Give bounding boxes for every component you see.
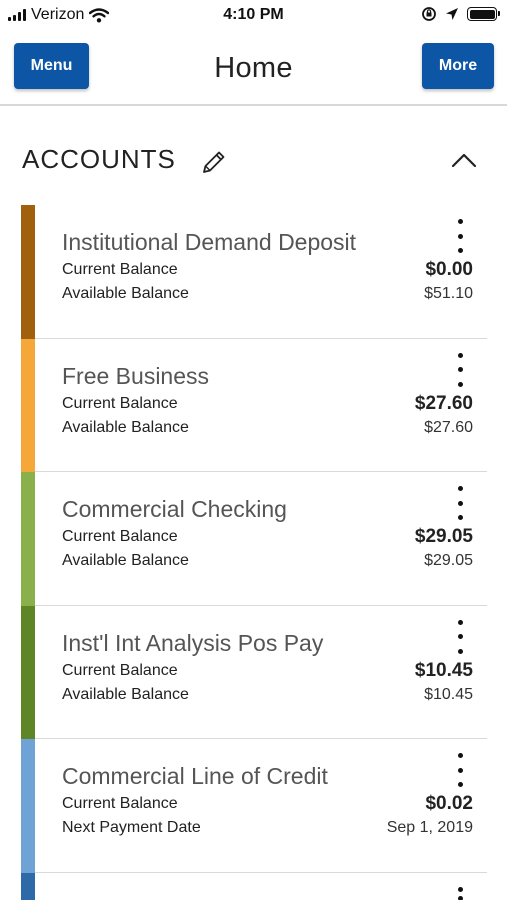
account-card[interactable]: Inst'l Int Analysis Pos Pay Current Bala… (21, 605, 487, 740)
account-card[interactable]: Free Business Current Balance $27.60 Ava… (21, 338, 487, 473)
account-current-balance: $10.45 (414, 659, 473, 681)
account-color-bar (21, 205, 35, 339)
account-secondary-value: $27.60 (424, 418, 473, 436)
account-card[interactable]: Commercial Checking Current Balance $29.… (21, 472, 487, 606)
account-name: Commercial Line of Credit (62, 763, 328, 789)
chevron-up-icon[interactable] (451, 150, 477, 170)
account-card-partial[interactable] (21, 872, 487, 900)
account-label-2: Available Balance (62, 285, 189, 302)
account-name: Institutional Demand Deposit (62, 229, 357, 255)
account-color-bar (21, 605, 35, 740)
account-label-2: Available Balance (62, 418, 189, 436)
account-secondary-value: $51.10 (424, 285, 473, 302)
status-bar: Verizon 4:10 PM (0, 0, 507, 32)
account-secondary-value: $29.05 (424, 552, 473, 569)
account-label-1: Current Balance (62, 528, 178, 545)
account-color-bar (21, 338, 35, 473)
account-current-balance: $29.05 (414, 526, 473, 547)
account-color-bar (21, 739, 35, 873)
more-button[interactable]: More (422, 43, 494, 89)
app-header: Menu Home More (0, 32, 507, 106)
account-name: Commercial Checking (62, 496, 287, 522)
account-color-bar (21, 472, 35, 606)
account-name: Free Business (62, 362, 210, 389)
account-next-payment-date: Sep 1, 2019 (386, 819, 473, 836)
pencil-icon[interactable] (200, 148, 228, 176)
account-secondary-value: $10.45 (424, 685, 473, 703)
kebab-menu-icon[interactable] (453, 219, 467, 253)
account-label-2: Available Balance (62, 685, 189, 703)
account-card[interactable]: Institutional Demand Deposit Current Bal… (21, 205, 487, 339)
accounts-list: Institutional Demand Deposit Current Bal… (21, 205, 487, 900)
status-icons (421, 6, 500, 22)
rotation-lock-icon (422, 7, 436, 21)
account-color-bar (21, 872, 35, 900)
kebab-menu-icon[interactable] (453, 352, 467, 387)
account-label-1: Current Balance (62, 661, 178, 679)
account-label-2: Available Balance (62, 552, 189, 569)
account-label-1: Current Balance (62, 795, 178, 812)
account-label-2: Next Payment Date (62, 819, 201, 836)
account-current-balance: $27.60 (414, 392, 473, 414)
account-name: Inst'l Int Analysis Pos Pay (62, 629, 324, 656)
account-card[interactable]: Commercial Line of Credit Current Balanc… (21, 739, 487, 873)
kebab-menu-icon[interactable] (453, 753, 467, 787)
kebab-menu-icon[interactable] (453, 486, 467, 520)
account-label-1: Current Balance (62, 261, 178, 278)
accounts-section-header: ACCOUNTS (22, 140, 477, 186)
battery-icon (467, 7, 500, 21)
account-current-balance: $0.02 (425, 793, 473, 814)
kebab-menu-icon[interactable] (453, 619, 467, 654)
kebab-menu-icon[interactable] (453, 886, 467, 900)
account-current-balance: $0.00 (425, 259, 473, 280)
section-title: ACCOUNTS (22, 144, 176, 174)
location-icon (446, 8, 458, 20)
account-label-1: Current Balance (62, 394, 178, 412)
